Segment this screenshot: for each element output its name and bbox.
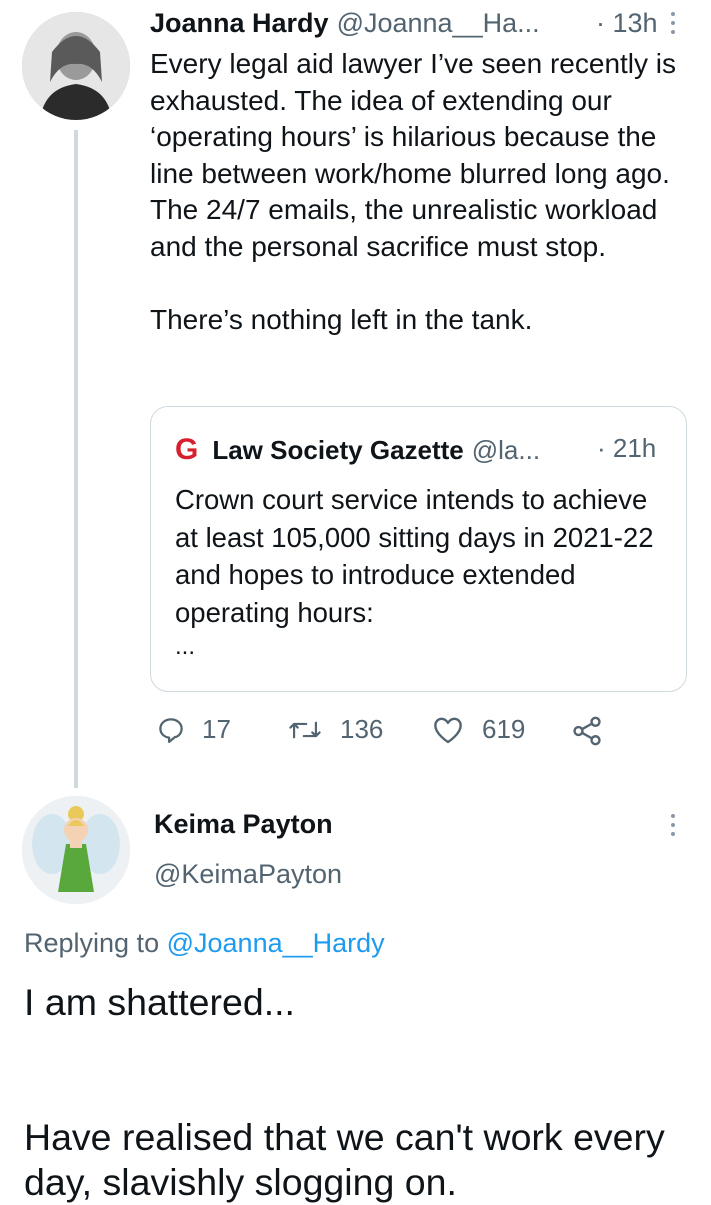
retweet-icon <box>289 721 321 738</box>
author-name[interactable]: Joanna Hardy <box>150 8 329 39</box>
share-action[interactable] <box>570 714 604 748</box>
reply-author-name[interactable]: Keima Payton <box>154 809 333 840</box>
reply-icon <box>159 717 183 743</box>
quoted-timestamp: · 21h <box>597 433 657 463</box>
retweet-count: 136 <box>340 714 384 744</box>
quoted-tweet-header: G Law Society Gazette @la... <box>175 433 540 467</box>
tweet-timestamp[interactable]: · 13h <box>596 8 658 39</box>
quoted-tweet-text: Crown court service intends to achieve a… <box>175 484 654 628</box>
like-action[interactable]: 619 <box>432 714 525 745</box>
more-options-icon[interactable] <box>670 12 676 39</box>
replying-to-prefix: Replying to <box>24 928 160 958</box>
replying-to-line: Replying to @Joanna__Hardy <box>24 928 385 959</box>
retweet-action[interactable]: 136 <box>288 714 383 745</box>
share-icon <box>573 716 601 746</box>
thread-connector-line <box>74 130 78 788</box>
quoted-tweet-card[interactable]: G Law Society Gazette @la... · 21h Crown… <box>150 406 687 692</box>
reply-more-options-icon[interactable] <box>670 814 676 841</box>
reply-action[interactable]: 17 <box>156 714 231 745</box>
reply-text: I am shattered... Have realised that we … <box>24 981 665 1203</box>
reply-author-handle[interactable]: @KeimaPayton <box>154 859 342 890</box>
author-handle[interactable]: @Joanna__Ha... <box>337 8 540 39</box>
like-count: 619 <box>482 714 526 744</box>
avatar-keima-payton[interactable] <box>22 796 130 904</box>
reply-count: 17 <box>202 714 231 744</box>
avatar-joanna-hardy[interactable] <box>22 12 130 120</box>
quoted-author-handle: @la... <box>471 434 541 465</box>
replying-to-handle-link[interactable]: @Joanna__Hardy <box>167 928 385 958</box>
quoted-tweet-ellipsis: ... <box>175 633 196 660</box>
heart-icon <box>434 717 462 743</box>
tweet-text: Every legal aid lawyer I’ve seen recentl… <box>150 48 677 335</box>
avatar-fairy-icon <box>22 796 130 904</box>
avatar-photo-icon <box>22 12 130 120</box>
tweet-header: Joanna Hardy @Joanna__Ha... <box>150 8 540 39</box>
gazette-logo-icon: G <box>175 433 199 466</box>
quoted-author-name: Law Society Gazette <box>212 434 464 465</box>
